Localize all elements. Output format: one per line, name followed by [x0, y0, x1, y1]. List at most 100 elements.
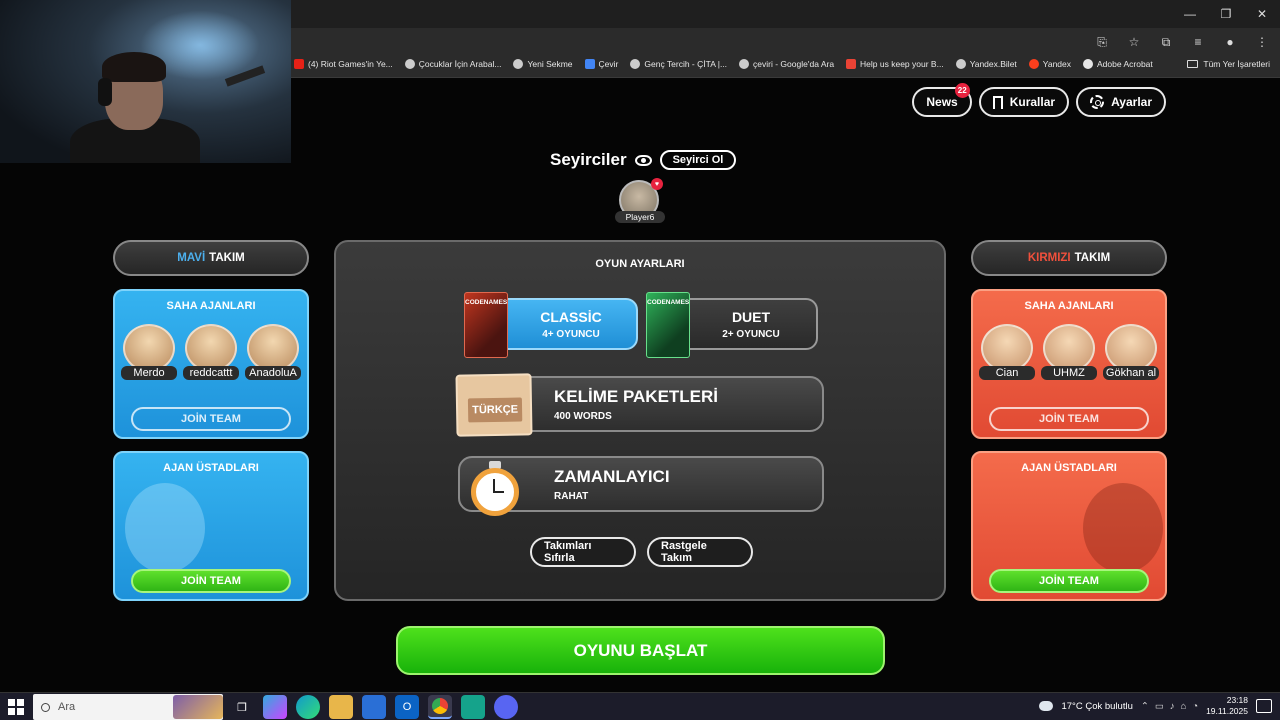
- taskbar-apps: ❐ O: [230, 695, 518, 719]
- player-card: AnadoluA: [245, 324, 301, 380]
- red-join-spymaster-button[interactable]: JOİN TEAM: [989, 569, 1149, 593]
- spectator-avatar: ♥ Player6: [615, 178, 665, 223]
- top-buttons: News 22 Kurallar Ayarlar: [912, 83, 1166, 117]
- word-pack-card-icon: TÜRKÇE: [455, 373, 533, 437]
- avatar: [981, 324, 1033, 372]
- translate-icon: [584, 59, 595, 69]
- bookmark-item[interactable]: Yandex.Bilet: [955, 59, 1017, 69]
- heart-icon: ♥: [651, 178, 663, 190]
- gear-icon: [1090, 95, 1105, 109]
- globe-icon: [513, 59, 524, 69]
- bookmark-item[interactable]: Yandex: [1028, 59, 1071, 69]
- gmail-icon: [846, 59, 857, 69]
- bookmark-item[interactable]: Genç Tercih - ÇİTA |...: [630, 59, 727, 69]
- bookmark-item[interactable]: Help us keep your B...: [846, 59, 944, 69]
- google-icon: [739, 59, 750, 69]
- task-view-icon[interactable]: ❐: [230, 695, 254, 719]
- app-icon[interactable]: [461, 695, 485, 719]
- window-controls: — ❐ ✕: [1172, 0, 1280, 28]
- red-join-operatives-button[interactable]: JOİN TEAM: [989, 407, 1149, 431]
- youtube-icon: [294, 59, 304, 69]
- settings-button[interactable]: Ayarlar: [1076, 87, 1166, 117]
- tray-icons[interactable]: ⌃ ▭ ♪ ⌂ ◔: [1141, 701, 1198, 712]
- bookmark-item[interactable]: Yeni Sekme: [513, 59, 573, 69]
- spectators-header: Seyirciler Seyirci Ol: [550, 150, 737, 170]
- player-card: Cian: [979, 324, 1035, 380]
- media-icon[interactable]: ≡: [1188, 32, 1208, 52]
- player-card: reddcattt: [183, 324, 239, 380]
- start-game-button[interactable]: OYUNU BAŞLAT: [396, 626, 885, 675]
- red-operatives-title: SAHA AJANLARI: [1024, 300, 1114, 312]
- search-highlight-image: [173, 695, 223, 719]
- avatar: [185, 324, 237, 372]
- windows-taskbar: Ara ❐ O 17°C Çok bulutlu ⌃ ▭ ♪ ⌂ ◔ 23:18 19.…: [0, 692, 1280, 720]
- extensions-icon[interactable]: ⧉: [1156, 32, 1176, 52]
- translate-icon[interactable]: ⎘: [1092, 32, 1112, 52]
- weather-text: 17°C Çok bulutlu: [1061, 700, 1133, 712]
- blue-operatives-card: SAHA AJANLARI Merdo reddcattt AnadoluA J…: [113, 289, 309, 439]
- random-team-button[interactable]: Rastgele Takım: [647, 537, 753, 567]
- reset-teams-button[interactable]: Takımları Sıfırla: [530, 537, 636, 567]
- spy-silhouette: [1083, 483, 1163, 573]
- red-team-header: KIRMIZI TAKIM: [971, 240, 1167, 276]
- become-spectator-button[interactable]: Seyirci Ol: [659, 150, 737, 170]
- blue-team-header: MAVİ TAKIM: [113, 240, 309, 276]
- blue-spymasters-title: AJAN ÜSTADLARI: [163, 462, 259, 474]
- eye-icon: [634, 154, 652, 166]
- acrobat-icon: [1083, 59, 1093, 69]
- clock[interactable]: 23:18 19.11.2025: [1206, 695, 1248, 717]
- red-operatives-card: SAHA AJANLARI Cian UHMZ Gökhan al JOİN T…: [971, 289, 1167, 439]
- avatar: [123, 324, 175, 372]
- bookmark-item[interactable]: (4) Riot Games'in Ye...: [294, 59, 393, 69]
- blue-operatives-list: Merdo reddcattt AnadoluA: [115, 324, 307, 380]
- copilot-icon[interactable]: [263, 695, 287, 719]
- all-bookmarks[interactable]: Tüm Yer İşaretleri: [1187, 59, 1270, 69]
- avatar: [247, 324, 299, 372]
- outlook-icon[interactable]: O: [395, 695, 419, 719]
- news-badge: 22: [954, 83, 970, 98]
- edge-icon[interactable]: [296, 695, 320, 719]
- player-card: Gökhan al: [1103, 324, 1159, 380]
- globe-icon: [955, 59, 966, 69]
- bookmark-icon: [992, 95, 1003, 113]
- address-bar-icons: ⎘ ☆ ⧉ ≡ ● ⋮: [1092, 32, 1272, 52]
- bookmark-item[interactable]: Adobe Acrobat: [1083, 59, 1153, 69]
- blue-join-operatives-button[interactable]: JOİN TEAM: [131, 407, 291, 431]
- yandex-icon: [1028, 59, 1039, 69]
- game-settings-panel: OYUN AYARLARI CLASSİC 4+ OYUNCU CODENAME…: [334, 240, 946, 601]
- red-operatives-list: Cian UHMZ Gökhan al: [973, 324, 1165, 380]
- search-icon: [41, 702, 50, 712]
- google-icon: [404, 59, 415, 69]
- game-area: News 22 Kurallar Ayarlar Seyirciler Seyi…: [0, 78, 1280, 692]
- windows-start-icon[interactable]: [8, 699, 24, 715]
- blue-spymasters-card: AJAN ÜSTADLARI JOİN TEAM: [113, 451, 309, 601]
- rules-button[interactable]: Kurallar: [978, 87, 1070, 117]
- taskbar-search[interactable]: Ara: [33, 694, 223, 720]
- blue-operatives-title: SAHA AJANLARI: [166, 300, 256, 312]
- restore-icon[interactable]: ❐: [1208, 0, 1244, 28]
- player-card: Merdo: [121, 324, 177, 380]
- notification-icon[interactable]: [1256, 699, 1272, 713]
- minimize-icon[interactable]: —: [1172, 0, 1208, 28]
- close-icon[interactable]: ✕: [1244, 0, 1280, 28]
- spy-silhouette: [125, 483, 205, 573]
- discord-icon[interactable]: [494, 695, 518, 719]
- classic-box-image: CODENAMES: [464, 292, 508, 358]
- bookmark-item[interactable]: Çevir: [584, 59, 618, 69]
- player-card: UHMZ: [1041, 324, 1097, 380]
- menu-icon[interactable]: ⋮: [1252, 32, 1272, 52]
- blue-join-spymaster-button[interactable]: JOİN TEAM: [131, 569, 291, 593]
- profile-icon[interactable]: ●: [1220, 32, 1240, 52]
- news-button[interactable]: News 22: [912, 83, 972, 117]
- bookmark-item[interactable]: Çocuklar İçin Arabal...: [404, 59, 501, 69]
- red-spymasters-card: AJAN ÜSTADLARI JOİN TEAM: [971, 451, 1167, 601]
- star-icon[interactable]: ☆: [1124, 32, 1144, 52]
- chrome-icon[interactable]: [428, 695, 452, 719]
- bookmark-list: (4) Riot Games'in Ye... Çocuklar İçin Ar…: [294, 59, 1153, 69]
- cloud-icon: [1039, 701, 1054, 711]
- store-icon[interactable]: [362, 695, 386, 719]
- file-explorer-icon[interactable]: [329, 695, 353, 719]
- avatar: [1043, 324, 1095, 372]
- bookmark-item[interactable]: çeviri - Google'da Ara: [739, 59, 834, 69]
- avatar: [1105, 324, 1157, 372]
